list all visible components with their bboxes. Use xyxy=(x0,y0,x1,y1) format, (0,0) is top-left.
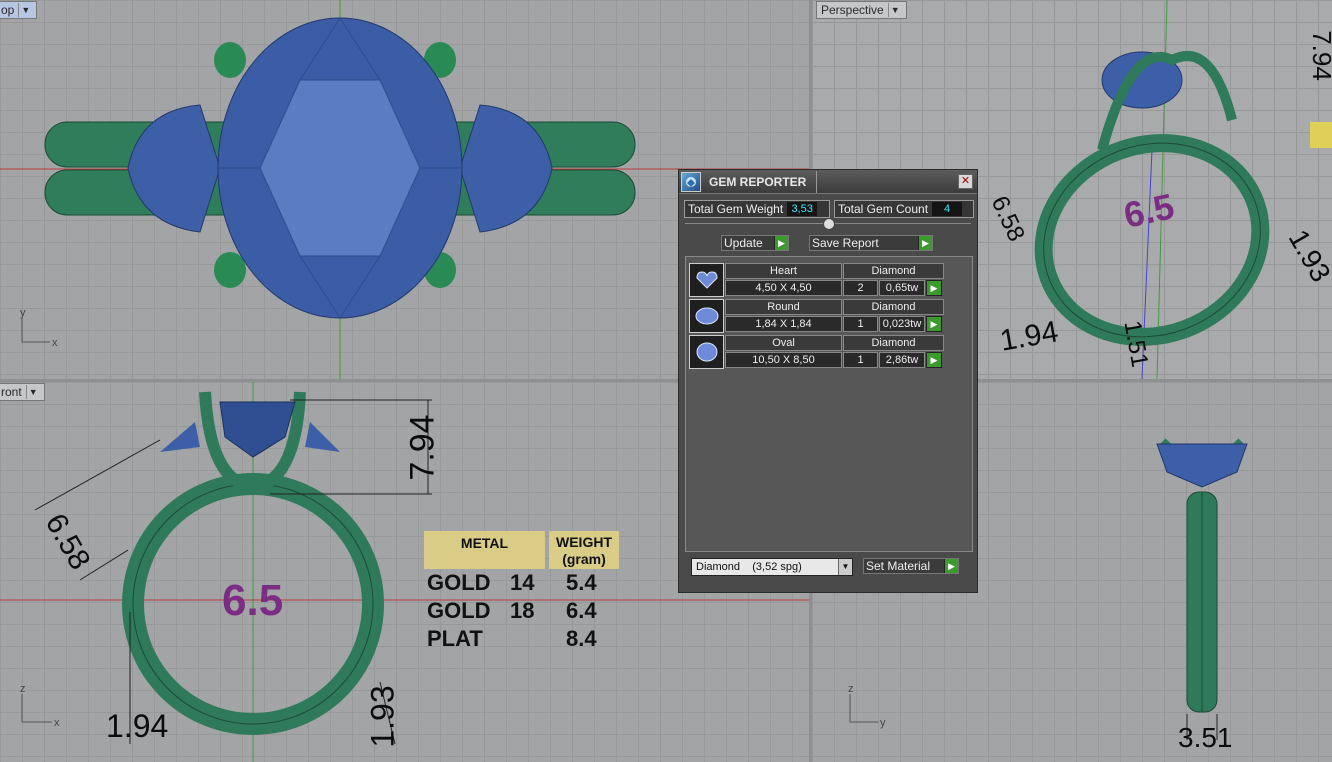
dropdown-arrow-icon[interactable]: ▼ xyxy=(887,3,902,17)
play-arrow-icon: ▶ xyxy=(944,559,958,573)
gem-list-item[interactable]: Round Diamond 1,84 X 1,84 1 0,023tw ▶ xyxy=(689,299,945,333)
gem-quantity: 2 xyxy=(843,280,878,296)
weight-header: WEIGHT (gram) xyxy=(549,531,619,569)
total-gem-count-label: Total Gem Count xyxy=(838,202,929,216)
slider-knob[interactable] xyxy=(823,218,835,230)
metal-weight-table: METAL WEIGHT (gram) GOLD 14 5.4 GOLD 18 … xyxy=(424,531,624,653)
total-gem-count-box: Total Gem Count 4 xyxy=(834,200,974,218)
chevron-down-icon[interactable]: ▼ xyxy=(838,559,852,575)
gem-list-item[interactable]: Oval Diamond 10,50 X 8,50 1 2,86tw ▶ xyxy=(689,335,945,369)
gem-list[interactable]: Heart Diamond 4,50 X 4,50 2 0,65tw ▶ Rou… xyxy=(685,256,973,552)
gem-shape: Oval xyxy=(725,335,842,351)
total-gem-weight-label: Total Gem Weight xyxy=(688,202,784,216)
select-gem-arrow-icon[interactable]: ▶ xyxy=(926,352,942,368)
metal-weight: 8.4 xyxy=(566,626,597,651)
gem-reporter-logo-icon xyxy=(681,171,701,192)
total-gem-count-value: 4 xyxy=(932,202,963,216)
panel-slider[interactable] xyxy=(685,218,971,230)
table-row: GOLD 18 6.4 xyxy=(424,597,624,625)
ring-size-label: 6.5 xyxy=(222,576,284,625)
title-divider xyxy=(816,170,818,193)
gem-material: Diamond xyxy=(843,299,944,315)
gem-shape: Heart xyxy=(725,263,842,279)
metal-weight: 6.4 xyxy=(566,598,597,623)
select-gem-arrow-icon[interactable]: ▶ xyxy=(926,280,942,296)
play-arrow-icon: ▶ xyxy=(774,236,788,250)
table-row: GOLD 14 5.4 xyxy=(424,569,624,597)
gem-weight: 2,86tw xyxy=(879,352,925,368)
dimension-label: 1.94 xyxy=(106,708,169,744)
dimension-label: 1.93 xyxy=(364,685,401,748)
gem-reporter-panel[interactable]: GEM REPORTER ✕ Total Gem Weight 3,53 Tot… xyxy=(678,169,978,593)
total-gem-weight-box: Total Gem Weight 3,53 xyxy=(684,200,830,218)
gem-size: 4,50 X 4,50 xyxy=(725,280,842,296)
gem-size: 10,50 X 8,50 xyxy=(725,352,842,368)
metal-weight: 5.4 xyxy=(566,570,597,595)
gem-material: Diamond xyxy=(843,335,944,351)
metal-karat: 18 xyxy=(510,598,535,623)
dimension-label: 3.51 xyxy=(1178,722,1233,753)
gem-size: 1,84 X 1,84 xyxy=(725,316,842,332)
oval-gem-icon xyxy=(689,335,724,369)
viewport-tab-perspective[interactable]: Perspective ▼ xyxy=(816,1,907,19)
material-select-value: Diamond (3,52 spg) xyxy=(696,561,802,573)
axis-label-y: y xyxy=(20,307,26,319)
dimension-label: 7.94 xyxy=(403,414,442,481)
set-material-button-label: Set Material xyxy=(866,559,931,573)
play-arrow-icon: ▶ xyxy=(918,236,932,250)
gem-shape: Round xyxy=(725,299,842,315)
metal-name: GOLD xyxy=(427,598,491,623)
heart-gem-icon xyxy=(689,263,724,297)
axis-indicator-icon: y x xyxy=(20,307,58,349)
axis-indicator-icon: z x xyxy=(20,683,60,729)
metal-name: PLAT xyxy=(427,626,483,651)
gem-weight: 0,65tw xyxy=(879,280,925,296)
metal-name: GOLD xyxy=(427,570,491,595)
axis-label-x: x xyxy=(54,717,60,729)
axis-label-y: y xyxy=(880,717,886,729)
gem-reporter-title: GEM REPORTER xyxy=(709,174,807,189)
gem-list-item[interactable]: Heart Diamond 4,50 X 4,50 2 0,65tw ▶ xyxy=(689,263,945,297)
close-icon[interactable]: ✕ xyxy=(958,174,973,189)
update-button[interactable]: Update ▶ xyxy=(721,235,789,251)
axis-label-z: z xyxy=(20,683,26,695)
total-gem-weight-value: 3,53 xyxy=(787,202,818,216)
select-gem-arrow-icon[interactable]: ▶ xyxy=(926,316,942,332)
gem-quantity: 1 xyxy=(843,352,878,368)
save-report-button-label: Save Report xyxy=(812,236,879,250)
table-row: PLAT 8.4 xyxy=(424,625,624,653)
dimension-label: 7.94 xyxy=(1306,30,1332,81)
gem-reporter-titlebar[interactable]: GEM REPORTER ✕ xyxy=(679,170,977,194)
save-report-button[interactable]: Save Report ▶ xyxy=(809,235,933,251)
axis-label-x: x xyxy=(52,337,58,349)
round-gem-icon xyxy=(689,299,724,333)
material-select[interactable]: Diamond (3,52 spg) ▼ xyxy=(691,558,853,576)
metal-header: METAL xyxy=(424,531,545,569)
gem-quantity: 1 xyxy=(843,316,878,332)
axis-label-z: z xyxy=(848,683,854,695)
viewport-tab-label: Perspective xyxy=(821,3,884,17)
metal-karat: 14 xyxy=(510,570,535,595)
set-material-button[interactable]: Set Material ▶ xyxy=(863,558,959,574)
gem-material: Diamond xyxy=(843,263,944,279)
gem-weight: 0,023tw xyxy=(879,316,925,332)
update-button-label: Update xyxy=(724,236,763,250)
